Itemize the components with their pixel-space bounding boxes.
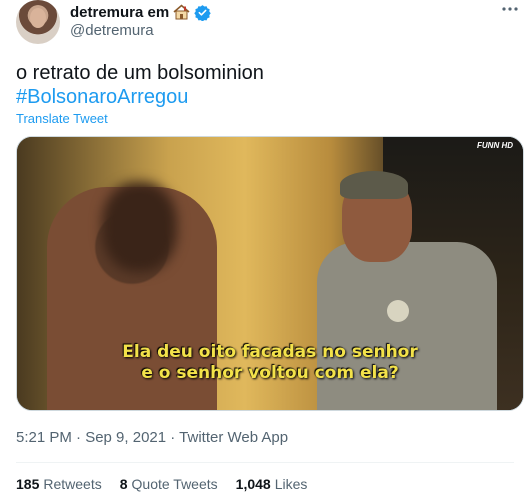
channel-logo: FUNN HD: [477, 141, 513, 150]
likes-count: 1,048: [235, 476, 271, 492]
tweet-stats: 185 Retweets 8 Quote Tweets 1,048 Likes: [16, 476, 307, 492]
house-emoji-icon: [173, 4, 190, 20]
retweets-stat[interactable]: 185 Retweets: [16, 476, 102, 492]
author-handle[interactable]: @detremura: [70, 22, 154, 39]
hashtag-link[interactable]: #BolsonaroArregou: [16, 85, 188, 109]
author-name-row: detremura em: [70, 2, 211, 22]
police-officer-figure: [317, 242, 497, 410]
quote-tweets-label: Quote Tweets: [131, 476, 218, 492]
divider: [16, 462, 514, 463]
likes-stat[interactable]: 1,048 Likes: [236, 476, 308, 492]
translate-tweet-link[interactable]: Translate Tweet: [16, 111, 108, 126]
verified-icon: [194, 4, 211, 21]
retweets-label: Retweets: [43, 476, 102, 492]
caption-line-1: Ela deu oito facadas no senhor: [122, 342, 418, 362]
more-icon[interactable]: [500, 0, 520, 20]
display-name[interactable]: detremura em: [70, 4, 169, 21]
video-caption: Ela deu oito facadas no senhor e o senho…: [17, 342, 523, 384]
caption-line-2: e o senhor voltou com ela?: [141, 363, 399, 383]
likes-label: Likes: [274, 476, 308, 492]
avatar[interactable]: [16, 0, 60, 44]
quote-tweets-stat[interactable]: 8 Quote Tweets: [120, 476, 218, 492]
quote-tweets-count: 8: [119, 476, 128, 492]
retweets-count: 185: [16, 476, 40, 492]
tweet-timestamp[interactable]: 5:21 PM · Sep 9, 2021 · Twitter Web App: [16, 429, 288, 446]
tweet-media-image[interactable]: FUNN HD Ela deu oito facadas no senhor e…: [16, 136, 524, 411]
tweet-text: o retrato de um bolsominion: [16, 62, 264, 84]
